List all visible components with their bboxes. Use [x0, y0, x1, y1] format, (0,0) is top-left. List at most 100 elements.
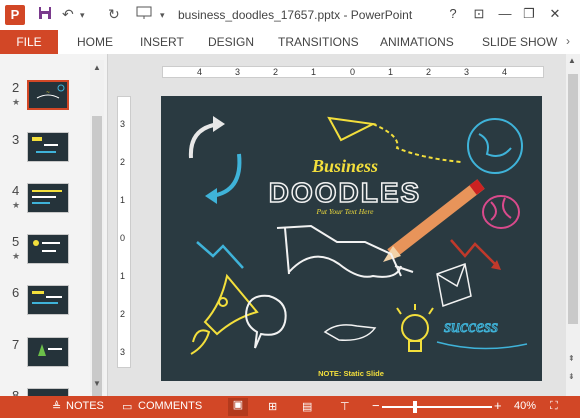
- thumbnail-slide-6[interactable]: 6: [0, 285, 90, 325]
- zoom-slider-track[interactable]: [382, 406, 492, 408]
- thumbnail-image[interactable]: [27, 234, 69, 264]
- ruler-label: 2: [426, 67, 432, 77]
- comments-icon[interactable]: ▭: [122, 400, 132, 413]
- doodle-arrowhead-white: [213, 116, 225, 132]
- horizontal-ruler: 4 3 2 1 0 1 2 3 4: [162, 66, 544, 78]
- tab-home[interactable]: HOME: [77, 30, 113, 54]
- ruler-label: 1: [120, 195, 126, 205]
- fit-to-window-icon[interactable]: ⛶: [550, 400, 558, 413]
- paper-plane-icon: [327, 116, 377, 142]
- slide-artwork: Business DOODLES Put Your Text Here succ…: [188, 116, 528, 378]
- ribbon-tabs: FILE HOME INSERT DESIGN TRANSITIONS ANIM…: [0, 30, 580, 54]
- trend-arrow-blue: [196, 241, 244, 269]
- tab-design[interactable]: DESIGN: [208, 30, 254, 54]
- pointing-hand-icon: [323, 324, 377, 341]
- thumbnail-slide-5[interactable]: 5 ★: [0, 234, 90, 274]
- slide-note: NOTE: Static Slide: [318, 369, 384, 378]
- slide-sorter-icon[interactable]: ⊞: [268, 400, 277, 413]
- powerpoint-app-icon[interactable]: P: [5, 5, 25, 25]
- thumbnail-image[interactable]: [27, 388, 69, 396]
- undo-dropdown-icon[interactable]: ▾: [80, 10, 85, 21]
- ruler-label: 0: [120, 233, 126, 243]
- next-slide-icon[interactable]: ⇟: [568, 372, 575, 381]
- redo-icon[interactable]: ↻: [108, 6, 120, 23]
- thumbnail-number: 6: [12, 285, 20, 300]
- notes-button[interactable]: NOTES: [66, 400, 104, 412]
- help-button[interactable]: ?: [442, 4, 464, 24]
- thumbnail-slide-2[interactable]: 2 ★ ~: [0, 80, 90, 120]
- thumbnail-number: 7: [12, 337, 20, 352]
- ruler-label: 2: [120, 157, 126, 167]
- ruler-label: 3: [120, 119, 126, 129]
- brain-icon: [482, 195, 520, 229]
- thumbnail-scrollbar[interactable]: ▲ ▼: [90, 60, 104, 404]
- thumbnail-slide-7[interactable]: 7: [0, 337, 90, 377]
- zoom-out-button[interactable]: −: [372, 398, 380, 413]
- tab-file[interactable]: FILE: [0, 30, 58, 54]
- ruler-label: 2: [120, 309, 126, 319]
- close-button[interactable]: ✕: [544, 4, 566, 24]
- paper-plane-trail: [372, 123, 462, 163]
- slide-canvas[interactable]: Business DOODLES Put Your Text Here succ…: [161, 96, 542, 381]
- reading-view-icon[interactable]: ▤: [302, 400, 312, 413]
- thumbnail-number: 8: [12, 388, 20, 396]
- slide-title-doodles: DOODLES: [269, 177, 421, 208]
- previous-slide-icon[interactable]: ⇞: [568, 354, 575, 363]
- normal-view-icon[interactable]: ▣: [228, 398, 248, 416]
- undo-icon[interactable]: ↶: [62, 6, 74, 23]
- tab-animations[interactable]: ANIMATIONS: [380, 30, 454, 54]
- ribbon-display-options-button[interactable]: ⊡: [468, 4, 490, 24]
- zoom-in-button[interactable]: +: [494, 398, 502, 413]
- animation-star-icon: ★: [12, 200, 21, 210]
- thumbnail-image[interactable]: [27, 285, 69, 315]
- scroll-down-icon[interactable]: ▼: [91, 378, 103, 390]
- zoom-percent[interactable]: 40%: [514, 400, 536, 412]
- thumbnail-slide-8[interactable]: 8: [0, 388, 90, 396]
- thumbnail-image[interactable]: [27, 132, 69, 162]
- trend-arrow-red: [450, 239, 498, 267]
- thumbnail-number: 3: [12, 132, 20, 147]
- scroll-thumb[interactable]: [568, 74, 578, 324]
- tab-transitions[interactable]: TRANSITIONS: [278, 30, 359, 54]
- slide-show-view-icon[interactable]: ⊤: [340, 400, 350, 413]
- comments-button[interactable]: COMMENTS: [138, 400, 202, 412]
- ribbon-scroll-right-icon[interactable]: ›: [566, 34, 580, 50]
- start-slideshow-icon[interactable]: [136, 6, 152, 23]
- scroll-up-icon[interactable]: ▲: [568, 56, 576, 65]
- thumbnail-slide-4[interactable]: 4 ★: [0, 183, 90, 223]
- thumbnail-number: 2: [12, 80, 20, 95]
- scroll-thumb[interactable]: [92, 116, 102, 404]
- ruler-label: 0: [350, 67, 356, 77]
- ruler-label: 4: [502, 67, 508, 77]
- thumbnail-image[interactable]: [27, 183, 69, 213]
- ruler-label: 1: [311, 67, 317, 77]
- status-bar: ≜ NOTES ▭ COMMENTS ▣ ⊞ ▤ ⊤ − + 40% ⛶: [0, 396, 580, 418]
- thumbnail-number: 4: [12, 183, 20, 198]
- zoom-slider-knob[interactable]: [413, 401, 418, 413]
- thumbnail-slide-3[interactable]: 3: [0, 132, 90, 172]
- ruler-label: 2: [273, 67, 279, 77]
- thumbnail-image[interactable]: [27, 337, 69, 367]
- save-icon[interactable]: [38, 6, 52, 23]
- lightbulb-icon: [396, 304, 434, 352]
- slide-subtitle: Put Your Text Here: [316, 207, 375, 216]
- ruler-label: 3: [464, 67, 470, 77]
- doodle-arrowhead-blue: [205, 188, 217, 204]
- animation-star-icon: ★: [12, 251, 21, 261]
- customize-qat-icon[interactable]: ▾: [160, 10, 165, 21]
- restore-button[interactable]: ❐: [518, 4, 540, 24]
- success-doodle-text: success: [444, 316, 498, 336]
- speech-bubble-icon: [245, 294, 287, 349]
- scroll-up-icon[interactable]: ▲: [91, 62, 103, 74]
- notes-icon[interactable]: ≜: [52, 400, 61, 413]
- thumbnail-number: 5: [12, 234, 20, 249]
- slide-title-business: Business: [311, 156, 378, 176]
- vertical-ruler: 3 2 1 0 1 2 3: [117, 96, 131, 368]
- slide-scrollbar[interactable]: ▲ ⇞ ⇟: [566, 54, 580, 396]
- globe-icon: [467, 118, 523, 174]
- tab-slide-show[interactable]: SLIDE SHOW: [482, 30, 557, 54]
- thumbnail-image[interactable]: ~: [27, 80, 69, 110]
- tab-insert[interactable]: INSERT: [140, 30, 184, 54]
- minimize-button[interactable]: —: [494, 4, 516, 24]
- animation-star-icon: ★: [12, 97, 21, 107]
